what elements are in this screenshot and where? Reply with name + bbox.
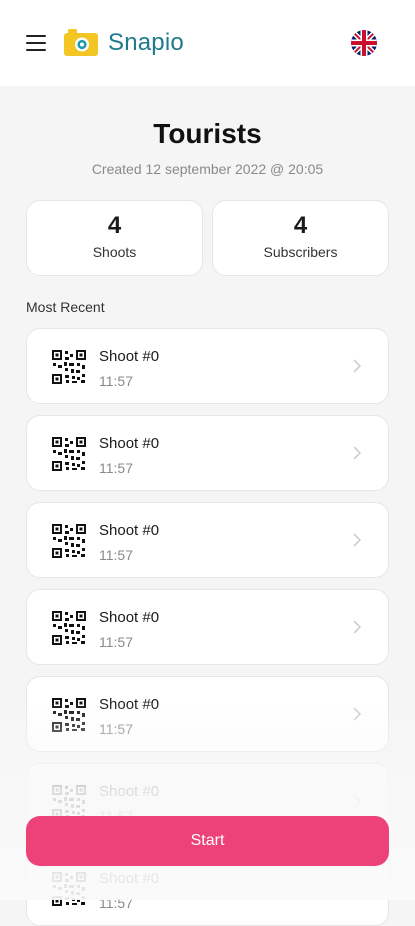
subscribers-count: 4: [293, 212, 308, 239]
event-created-date: Created 12 september 2022 @ 20:05: [91, 161, 324, 177]
chevron-right-icon: [353, 359, 362, 373]
section-title: Most Recent: [26, 299, 105, 315]
brand-name: Snapio: [108, 29, 184, 56]
qr-code-icon: [52, 350, 86, 384]
hamburger-menu-icon[interactable]: [26, 35, 46, 51]
shoot-name: Shoot #0: [99, 609, 160, 626]
shoot-name: Shoot #0: [99, 348, 160, 365]
qr-code-icon: [52, 698, 86, 732]
chevron-right-icon: [353, 533, 362, 547]
chevron-right-icon: [353, 620, 362, 634]
event-title: Tourists: [153, 118, 262, 149]
subscribers-label: Subscribers: [263, 244, 338, 260]
qr-code-icon: [52, 872, 86, 906]
chevron-right-icon: [353, 881, 362, 895]
shoot-time: 11:57: [99, 895, 133, 911]
qr-code-icon: [52, 437, 86, 471]
shoot-card[interactable]: Shoot #0 11:57: [26, 328, 389, 404]
shoot-name: Shoot #0: [99, 696, 160, 713]
qr-code-icon: [52, 611, 86, 645]
shoot-name: Shoot #0: [99, 522, 160, 539]
chevron-right-icon: [353, 794, 362, 808]
shoot-name: Shoot #0: [99, 870, 160, 887]
shoot-name: Shoot #0: [99, 783, 160, 800]
shoot-time: 11:57: [99, 460, 133, 476]
shoots-count: 4: [107, 212, 122, 239]
shoots-label: Shoots: [92, 244, 137, 260]
shoot-time: 11:57: [99, 547, 133, 563]
shoot-card[interactable]: Shoot #0 11:57: [26, 589, 389, 665]
shoot-card[interactable]: Shoot #0 11:57: [26, 502, 389, 578]
qr-code-icon: [52, 785, 86, 819]
app-header: Snapio: [0, 0, 415, 86]
qr-code-icon: [52, 524, 86, 558]
shoot-time: 11:57: [99, 634, 133, 650]
shoots-stat-card: 4 Shoots: [26, 200, 203, 276]
shoot-card[interactable]: Shoot #0 11:57: [26, 676, 389, 752]
uk-flag-icon[interactable]: [351, 30, 377, 56]
shoot-card[interactable]: Shoot #0 11:57: [26, 415, 389, 491]
shoot-time: 11:57: [99, 373, 133, 389]
shoot-name: Shoot #0: [99, 435, 160, 452]
subscribers-stat-card: 4 Subscribers: [212, 200, 389, 276]
start-button[interactable]: Start: [26, 816, 389, 866]
chevron-right-icon: [353, 707, 362, 721]
shoot-time: 11:57: [99, 721, 133, 737]
camera-logo-icon: [64, 29, 98, 56]
chevron-right-icon: [353, 446, 362, 460]
